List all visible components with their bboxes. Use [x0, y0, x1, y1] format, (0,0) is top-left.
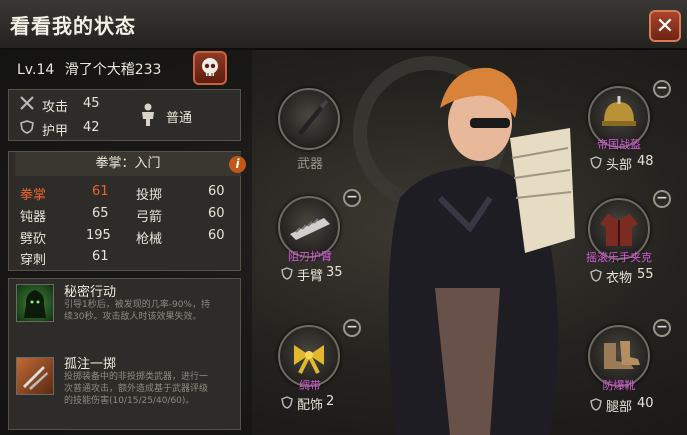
title-bar: 看看我的状态 ✕ [0, 0, 687, 50]
legs-slot-label: 腿部 [606, 400, 633, 415]
skill-value: 61 [92, 249, 109, 264]
shield-icon [590, 269, 602, 282]
clothes-slot-label: 衣物 [606, 271, 633, 286]
crossed-swords-icon [20, 96, 34, 110]
ability-desc: 投掷装备中的非投掷类武器，进行一 [64, 372, 209, 382]
skill-level-title: 拳掌：入门 [15, 152, 241, 176]
arm-item-name: 阻刃护臂 [288, 250, 332, 263]
skill-name: 拳掌 [20, 188, 47, 203]
skill-value: 60 [208, 228, 225, 243]
attack-label: 攻击 [42, 100, 69, 115]
info-icon[interactable]: i [229, 156, 246, 173]
armor-label: 护甲 [42, 124, 69, 139]
skill-value: 65 [92, 206, 109, 221]
ability-desc: 的技能伤害(10/15/25/40/60)。 [64, 396, 195, 406]
player-header: Lv.14 滑了个大稽233 [17, 59, 161, 79]
stance-figure-icon [142, 103, 154, 126]
skill-value: 195 [86, 228, 111, 243]
legs-armor-value: 40 [637, 396, 654, 411]
accessory-item-name: 绸带 [299, 379, 321, 392]
head-slot-label: 头部 [606, 158, 633, 173]
weapon-slot-label: 武器 [297, 157, 324, 172]
clothes-item-name: 摇滚乐手夹克 [586, 251, 652, 264]
stealth-ability-icon[interactable] [16, 284, 54, 322]
unequip-arm-button[interactable]: − [343, 189, 361, 207]
ability-desc: 引导1秒后，被发现的几率-90%，持 [64, 300, 210, 310]
shield-icon [590, 398, 602, 411]
skill-name: 弓箭 [136, 210, 163, 225]
close-button[interactable]: ✕ [649, 10, 681, 42]
skill-name: 穿刺 [20, 253, 47, 268]
head-item-name: 帝国战盔 [597, 138, 641, 151]
arm-slot-label: 手臂 [297, 269, 324, 284]
skill-name: 投掷 [136, 188, 163, 203]
unequip-head-button[interactable]: − [653, 80, 671, 98]
skull-button[interactable] [193, 51, 227, 85]
legs-item-name: 防爆靴 [602, 379, 636, 392]
arm-armor-value: 35 [326, 265, 343, 280]
ability-name: 秘密行动 [64, 285, 117, 300]
shield-icon [20, 120, 34, 134]
player-level: Lv.14 [17, 62, 55, 78]
character-status-screen: 看看我的状态 ✕ Lv.14 滑了个大稽233 攻击 45 护甲 42 普通 拳… [0, 0, 687, 435]
unequip-clothes-button[interactable]: − [653, 190, 671, 208]
skull-icon [202, 58, 218, 76]
clothes-armor-value: 55 [637, 267, 654, 282]
skill-value: 61 [92, 184, 109, 199]
weapon-slot[interactable] [278, 88, 340, 150]
player-name: 滑了个大稽233 [64, 62, 162, 78]
skill-name: 钝器 [20, 210, 47, 225]
attack-value: 45 [83, 96, 100, 111]
skill-name: 劈砍 [20, 232, 47, 247]
ability-name: 孤注一掷 [64, 357, 117, 372]
unequip-accessory-button[interactable]: − [343, 319, 361, 337]
ability-desc: 续30秒。攻击敌人时该效果失效。 [64, 312, 202, 322]
accessory-slot-label: 配饰 [297, 398, 324, 413]
skill-name: 枪械 [136, 232, 163, 247]
skill-value: 60 [208, 184, 225, 199]
shield-icon [281, 396, 293, 409]
unequip-legs-button[interactable]: − [653, 319, 671, 337]
shield-icon [590, 156, 602, 169]
page-title: 看看我的状态 [10, 14, 136, 38]
stance-label: 普通 [166, 111, 193, 126]
armor-value: 42 [83, 120, 100, 135]
knife-icon [298, 100, 328, 135]
throw-ability-icon[interactable] [16, 357, 54, 395]
accessory-armor-value: 2 [326, 394, 335, 409]
head-armor-value: 48 [637, 154, 654, 169]
thrown-blades-icon [23, 366, 48, 390]
character-portrait [353, 56, 575, 435]
hooded-figure-icon [24, 290, 46, 318]
ability-desc: 次普通攻击，额外造成基于武器评级 [64, 384, 209, 394]
shield-icon [281, 267, 293, 280]
skill-value: 60 [208, 206, 225, 221]
